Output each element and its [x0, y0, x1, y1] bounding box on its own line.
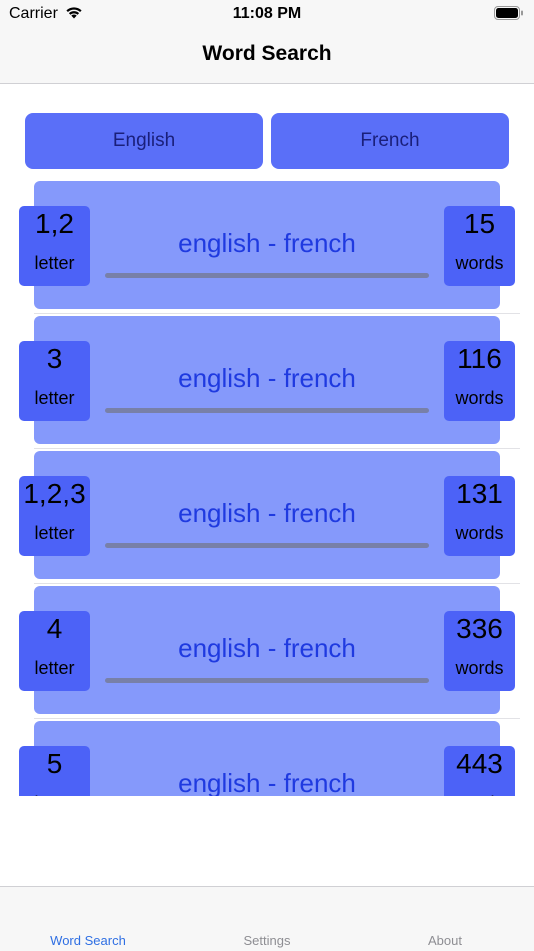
- list-item[interactable]: english - french 5 letter 443 words: [0, 719, 534, 796]
- letter-count-value: 1,2: [35, 208, 74, 239]
- letter-count-unit: letter: [34, 388, 75, 408]
- word-count-unit: words: [455, 253, 504, 273]
- word-count-value: 15: [463, 208, 496, 239]
- letter-count-value: 5: [46, 748, 63, 779]
- page-title: Word Search: [202, 42, 332, 65]
- status-bar: Carrier 11:08 PM: [0, 0, 534, 30]
- english-button[interactable]: English: [25, 113, 263, 169]
- word-count-value: 336: [456, 613, 503, 644]
- letter-count-badge: 1,2 letter: [19, 206, 90, 286]
- navigation-bar: Word Search: [0, 30, 534, 84]
- letter-count-badge: 3 letter: [19, 341, 90, 421]
- word-count-unit: words: [455, 388, 504, 408]
- letter-count-unit: letter: [34, 523, 75, 543]
- letter-count-unit: letter: [34, 253, 75, 273]
- clock: 11:08 PM: [232, 5, 302, 22]
- word-count-badge: 15 words: [444, 206, 515, 286]
- tab-word-search[interactable]: Word Search: [28, 933, 148, 948]
- list-item-label: english - french: [178, 228, 356, 258]
- word-count-value: 116: [457, 343, 502, 374]
- word-count-value: 131: [456, 478, 503, 509]
- word-count-badge: 336 words: [444, 611, 515, 691]
- word-count-unit: words: [455, 658, 504, 678]
- list-item-label: english - french: [178, 498, 356, 528]
- word-count-badge: 131 words: [444, 476, 515, 556]
- letter-count-value: 4: [46, 613, 63, 644]
- list-item[interactable]: english - french 1,2 letter 15 words: [0, 179, 534, 314]
- battery-icon: [494, 6, 524, 26]
- letter-count-badge: 5 letter: [19, 746, 90, 796]
- word-list[interactable]: english - french 1,2 letter 15 words eng…: [0, 179, 534, 796]
- word-count-unit: words: [444, 793, 515, 796]
- progress-bar: [105, 678, 429, 683]
- letter-count-unit: letter: [34, 658, 75, 678]
- french-button[interactable]: French: [271, 113, 509, 169]
- tab-bar: Word Search Settings About: [0, 886, 534, 951]
- list-item[interactable]: english - french 3 letter 116 words: [0, 314, 534, 449]
- letter-count-badge: 4 letter: [19, 611, 90, 691]
- letter-count-value: 1,2,3: [23, 478, 86, 509]
- word-count-badge: 116 words: [444, 341, 515, 421]
- letter-count-badge: 1,2,3 letter: [19, 476, 90, 556]
- list-item[interactable]: english - french 4 letter 336 words: [0, 584, 534, 719]
- word-count-badge: 443 words: [444, 746, 515, 796]
- progress-bar: [105, 543, 429, 548]
- letter-count-unit: letter: [19, 793, 90, 796]
- tab-about[interactable]: About: [385, 933, 505, 948]
- letter-count-value: 3: [46, 343, 63, 374]
- word-count-unit: words: [455, 523, 504, 543]
- list-item-label: english - french: [178, 363, 356, 393]
- list-item[interactable]: english - french 1,2,3 letter 131 words: [0, 449, 534, 584]
- progress-bar: [105, 408, 429, 413]
- tab-settings[interactable]: Settings: [207, 933, 327, 948]
- word-count-value: 443: [456, 748, 503, 779]
- list-item-label: english - french: [178, 768, 356, 796]
- list-item-label: english - french: [178, 633, 356, 663]
- progress-bar: [105, 273, 429, 278]
